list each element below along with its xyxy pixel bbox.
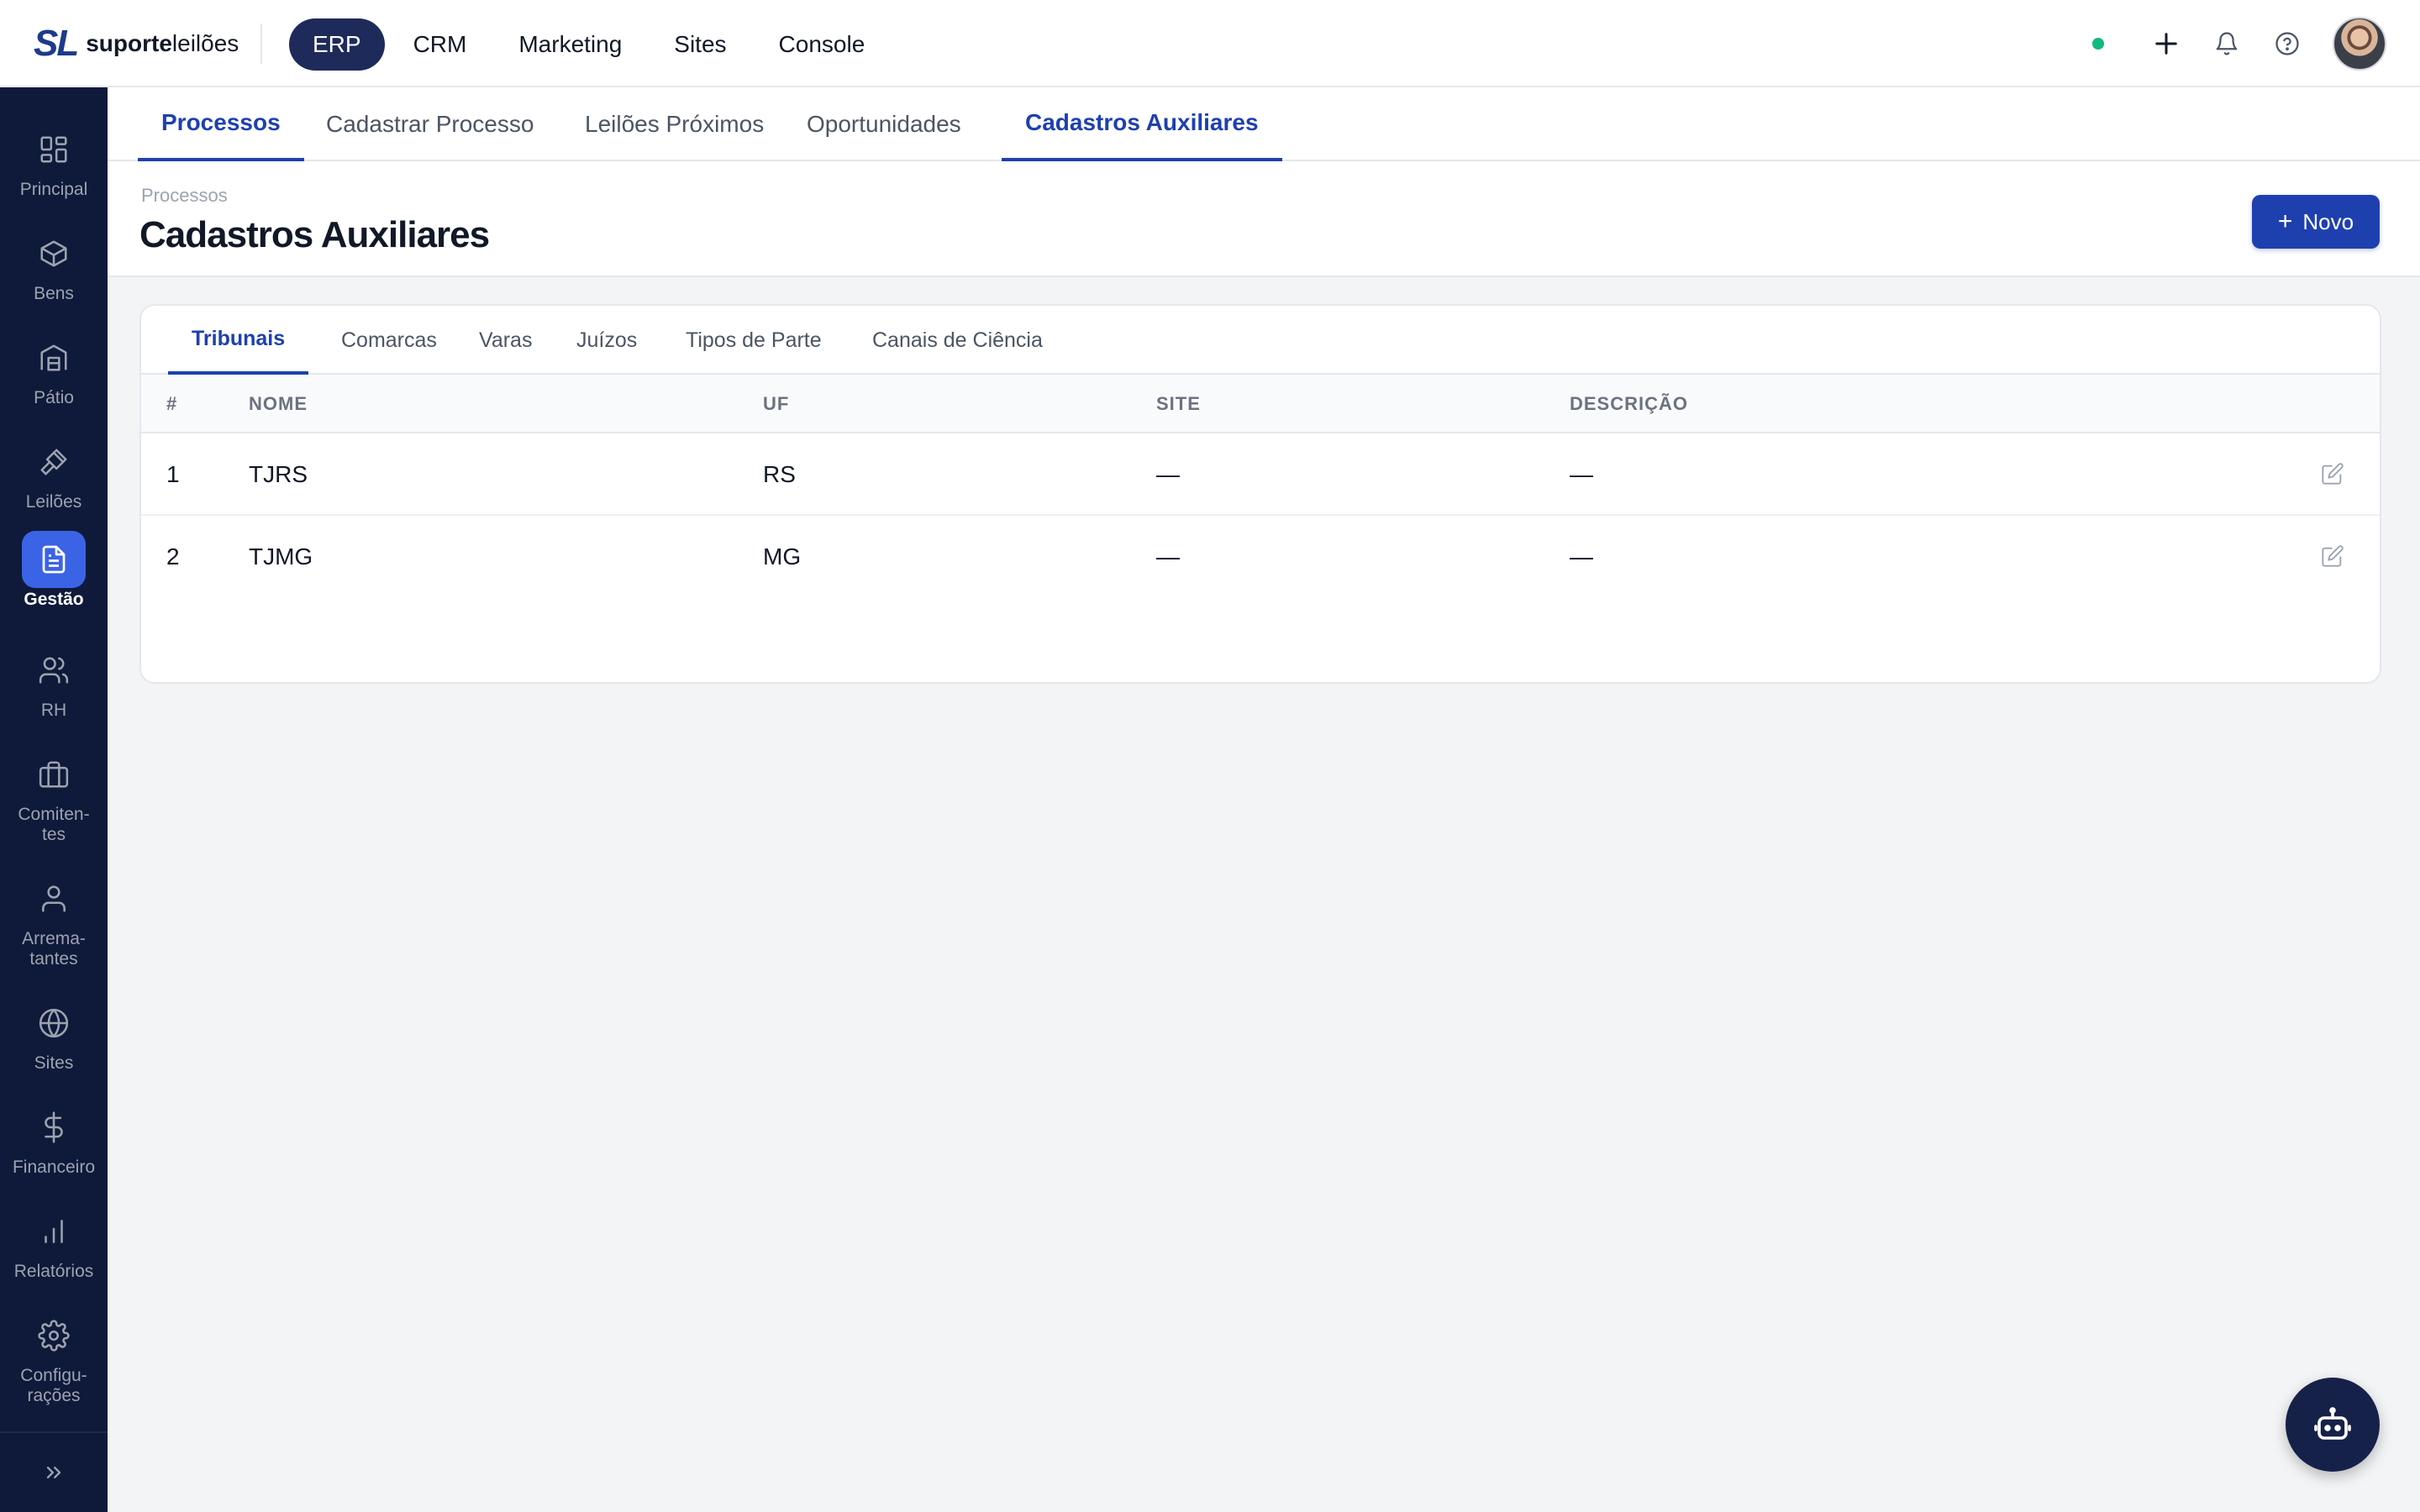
sub-nav: Processos Cadastrar Processo Leilões Pró… (108, 87, 2420, 161)
dollar-icon (22, 1099, 86, 1156)
subnav-cadastrar-processo[interactable]: Cadastrar Processo (302, 87, 557, 161)
online-status-dot (2092, 38, 2104, 50)
column-header-descricao[interactable]: DESCRIÇÃO (1570, 375, 1688, 433)
record-type-tabs: Tribunais Comarcas Varas Juízos Tipos de… (141, 306, 2380, 375)
dashboard-icon (22, 121, 86, 178)
top-bar: SL suporteleilões ERP CRM Marketing Site… (0, 0, 2420, 87)
subnav-leiloes-proximos[interactable]: Leilões Próximos (561, 87, 787, 161)
edit-icon[interactable] (2321, 544, 2346, 570)
document-icon (22, 531, 86, 588)
table-row[interactable]: 1 TJRS RS — — (141, 433, 2380, 516)
sidebar-item-configuracoes[interactable]: Configu-rações (0, 1307, 108, 1406)
app-root: SL suporteleilões ERP CRM Marketing Site… (0, 0, 2420, 1512)
column-header-number[interactable]: # (166, 375, 177, 433)
cell-uf: MG (763, 543, 802, 570)
cell-nome: TJRS (249, 461, 308, 487)
cell-descricao: — (1570, 543, 1593, 570)
sidebar-label: Bens (34, 284, 74, 303)
sidebar-label: Relatórios (13, 1262, 94, 1281)
sidebar-label: Leilões (25, 492, 82, 512)
sidebar-item-rh[interactable]: RH (0, 642, 108, 721)
tab-juizos[interactable]: Juízos (553, 306, 660, 375)
sidebar-item-sites[interactable]: Sites (0, 995, 108, 1074)
gavel-icon (22, 433, 86, 491)
sidebar-label: RH (40, 701, 67, 720)
column-header-site[interactable]: SITE (1156, 375, 1201, 433)
bar-chart-icon (22, 1203, 86, 1260)
sidebar-label: Financeiro (12, 1158, 96, 1177)
sidebar-label: Gestão (24, 590, 84, 609)
tab-varas[interactable]: Varas (455, 306, 555, 375)
cell-nome: TJMG (249, 543, 313, 570)
top-actions (2092, 17, 2386, 71)
topnav-erp[interactable]: ERP (289, 18, 385, 71)
warehouse-icon (22, 329, 86, 386)
brand-name: suporteleilões (86, 30, 239, 56)
column-header-uf[interactable]: UF (763, 375, 789, 433)
user-avatar[interactable] (2333, 17, 2386, 71)
cell-number: 2 (166, 543, 180, 570)
cell-site: — (1156, 461, 1180, 487)
new-button-label: Novo (2302, 208, 2354, 234)
top-nav: ERP CRM Marketing Sites Console (289, 18, 893, 71)
sidebar-item-gestao[interactable]: Gestão (0, 531, 108, 610)
subnav-processos[interactable]: Processos (138, 87, 304, 161)
tab-tipos-de-parte[interactable]: Tipos de Parte (662, 306, 845, 375)
bell-icon[interactable] (2208, 25, 2245, 62)
table-row[interactable]: 2 TJMG MG — — (141, 516, 2380, 598)
help-circle-icon[interactable] (2269, 25, 2306, 62)
breadcrumb[interactable]: Processos (141, 185, 228, 207)
globe-icon (22, 995, 86, 1052)
sidebar-label: Comiten-tes (18, 805, 90, 844)
topnav-marketing[interactable]: Marketing (495, 18, 645, 71)
user-icon (22, 870, 86, 927)
page-title: Cadastros Auxiliares (139, 214, 490, 255)
tab-canais-de-ciencia[interactable]: Canais de Ciência (849, 306, 1066, 375)
sidebar-label: Configu-rações (20, 1366, 87, 1405)
tab-tribunais[interactable]: Tribunais (168, 306, 309, 375)
sidebar-item-leiloes[interactable]: Leilões (0, 433, 108, 512)
briefcase-icon (22, 746, 86, 803)
sidebar-item-principal[interactable]: Principal (0, 121, 108, 200)
gear-icon (22, 1307, 86, 1364)
sidebar-label: Pátio (34, 388, 74, 407)
cell-descricao: — (1570, 461, 1593, 487)
sidebar-item-patio[interactable]: Pátio (0, 329, 108, 408)
sidebar-item-relatorios[interactable]: Relatórios (0, 1203, 108, 1282)
cell-site: — (1156, 543, 1180, 570)
brand-logo[interactable]: SL suporteleilões (34, 25, 239, 62)
plus-icon[interactable] (2148, 25, 2185, 62)
chevrons-right-icon (46, 1467, 61, 1478)
new-button[interactable]: + Novo (2252, 195, 2380, 249)
sidebar-item-financeiro[interactable]: Financeiro (0, 1099, 108, 1178)
column-header-nome[interactable]: NOME (249, 375, 308, 433)
chatbot-button[interactable] (2286, 1378, 2380, 1472)
sidebar-item-arrematantes[interactable]: Arrema-tantes (0, 870, 108, 969)
sidebar: Principal Bens Pátio Leilões Gestão RH C… (0, 87, 108, 1512)
sidebar-item-bens[interactable]: Bens (0, 225, 108, 304)
bot-icon (2314, 1407, 2351, 1440)
subnav-oportunidades[interactable]: Oportunidades (783, 87, 985, 161)
tab-comarcas[interactable]: Comarcas (318, 306, 460, 375)
main-content: Processos Cadastrar Processo Leilões Pró… (108, 87, 2420, 1512)
cell-number: 1 (166, 461, 180, 487)
sidebar-label: Sites (34, 1053, 74, 1073)
box-icon (22, 225, 86, 282)
top-divider (260, 24, 262, 64)
brand-mark: SL (34, 23, 79, 64)
sidebar-label: Arrema-tantes (22, 929, 86, 969)
edit-icon[interactable] (2321, 462, 2346, 487)
topnav-console[interactable]: Console (755, 18, 889, 71)
sidebar-label: Principal (19, 180, 88, 199)
subnav-cadastros-auxiliares[interactable]: Cadastros Auxiliares (1002, 87, 1282, 161)
topnav-sites[interactable]: Sites (650, 18, 750, 71)
cell-uf: RS (763, 461, 796, 487)
auxiliary-records-card: Tribunais Comarcas Varas Juízos Tipos de… (139, 304, 2381, 684)
table-header: # NOME UF SITE DESCRIÇÃO (141, 375, 2380, 433)
topnav-crm[interactable]: CRM (390, 18, 491, 71)
users-icon (22, 642, 86, 699)
plus-icon: + (2277, 207, 2293, 235)
sidebar-item-comitentes[interactable]: Comiten-tes (0, 746, 108, 845)
sidebar-expand-button[interactable] (0, 1431, 108, 1512)
